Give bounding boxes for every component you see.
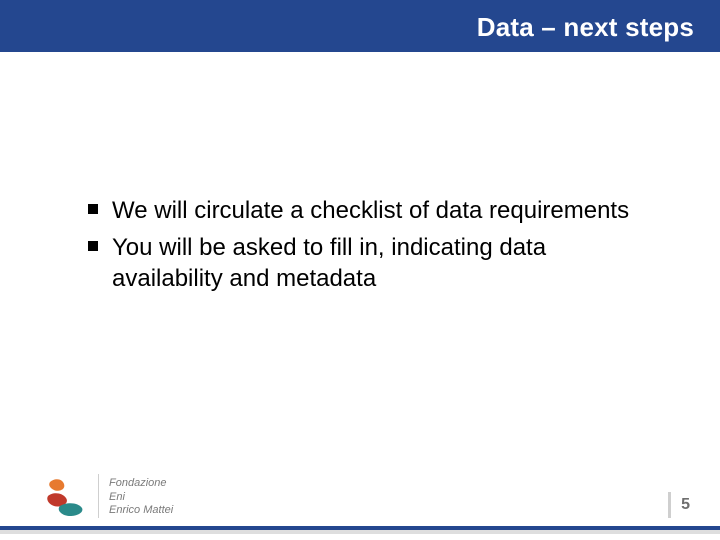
logo-mark-icon bbox=[44, 476, 88, 518]
logo-line: Enrico Mattei bbox=[109, 504, 173, 518]
bullet-text: You will be asked to fill in, indicating… bbox=[112, 232, 632, 294]
logo-text: Fondazione Eni Enrico Mattei bbox=[109, 477, 173, 518]
page-number: 5 bbox=[681, 496, 690, 514]
slide-title: Data – next steps bbox=[477, 12, 694, 43]
bottom-rule-shadow bbox=[0, 530, 720, 534]
footer: Fondazione Eni Enrico Mattei 5 bbox=[44, 464, 690, 518]
logo-line: Fondazione bbox=[109, 477, 173, 491]
page-number-area: 5 bbox=[668, 492, 690, 518]
logo: Fondazione Eni Enrico Mattei bbox=[44, 474, 173, 518]
logo-divider bbox=[98, 474, 99, 518]
list-item: We will circulate a checklist of data re… bbox=[88, 195, 632, 226]
logo-line: Eni bbox=[109, 491, 173, 505]
bottom-rule bbox=[0, 526, 720, 530]
slide: Data – next steps We will circulate a ch… bbox=[0, 0, 720, 540]
bullet-icon bbox=[88, 241, 98, 251]
content-area: We will circulate a checklist of data re… bbox=[88, 195, 632, 301]
title-bar: Data – next steps bbox=[0, 0, 720, 52]
list-item: You will be asked to fill in, indicating… bbox=[88, 232, 632, 294]
bullet-icon bbox=[88, 204, 98, 214]
bullet-text: We will circulate a checklist of data re… bbox=[112, 195, 632, 226]
page-number-divider bbox=[668, 492, 671, 518]
